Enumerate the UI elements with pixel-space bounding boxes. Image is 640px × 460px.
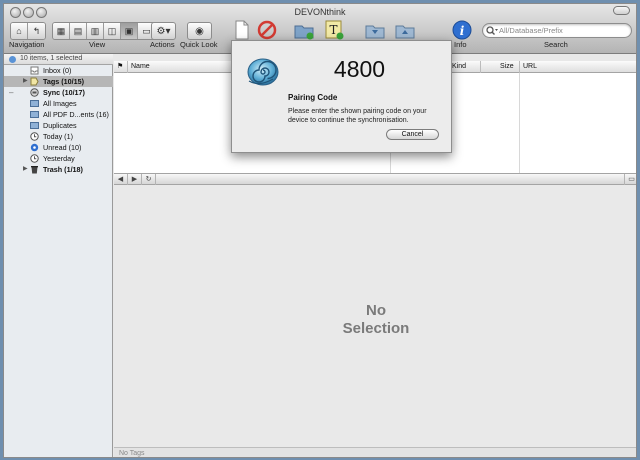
sidebar-item-unread[interactable]: Unread (10) [4, 142, 113, 153]
sidebar: Inbox (0) ▶ Tags (10/15) – Sync (10/17) … [4, 65, 113, 457]
preview-pane: No Selection [114, 185, 636, 447]
stop-icon[interactable] [256, 19, 278, 41]
trash-icon [31, 166, 38, 174]
disclosure-triangle-icon[interactable]: ▶ [23, 76, 28, 87]
pairing-code-value: 4800 [333, 56, 386, 82]
gear-icon: ⚙▾ [156, 25, 171, 37]
clock-icon [30, 154, 39, 163]
duplicates-icon [30, 122, 39, 129]
inbox-folder-icon[interactable] [364, 19, 386, 41]
quicklook-label: Quick Look [180, 40, 218, 49]
toolbar-toggle-button[interactable] [613, 6, 630, 15]
view-columns-icon[interactable]: ▥ [87, 23, 104, 39]
sidebar-item-trash[interactable]: ▶ Trash (1/18) [4, 164, 113, 175]
reload-icon[interactable]: ↻ [142, 174, 156, 185]
view-list-icon[interactable]: ▤ [70, 23, 87, 39]
info-icon[interactable]: i [451, 19, 473, 41]
search-input[interactable]: All/Database/Prefix [482, 23, 632, 38]
cancel-button[interactable]: Cancel [386, 129, 439, 140]
export-folder-icon[interactable] [394, 19, 416, 41]
quicklook-button[interactable]: ◉ [187, 22, 212, 40]
sync-icon [30, 88, 39, 97]
sidebar-item-today[interactable]: Today (1) [4, 131, 113, 142]
flag-column-header[interactable]: ⚑ [114, 61, 127, 73]
sidebar-item-sync[interactable]: – Sync (10/17) [4, 87, 113, 98]
dialog-message: Please enter the shown pairing code on y… [288, 108, 427, 124]
images-icon [30, 100, 39, 107]
disclosure-triangle-icon[interactable]: ▶ [23, 164, 28, 175]
view-icons-icon[interactable]: ▦ [53, 23, 70, 39]
url-column-header[interactable]: URL [519, 61, 636, 73]
actions-button[interactable]: ⚙▾ [151, 22, 176, 40]
item-count-status: 10 items, 1 selected [4, 54, 113, 65]
sync-status-icon [9, 56, 16, 63]
collapse-icon[interactable]: – [9, 87, 13, 98]
next-icon[interactable]: ▶ [128, 174, 142, 185]
navigation-control: ⌂ ↰ [10, 22, 46, 40]
view-vertical-split-icon[interactable]: ▣ [121, 23, 138, 39]
view-control: ▦ ▤ ▥ ◫ ▣ ▭ [52, 22, 156, 40]
sidebar-item-yesterday[interactable]: Yesterday [4, 153, 113, 164]
size-column-header[interactable]: Size [480, 61, 519, 73]
column-divider [519, 73, 520, 173]
navigation-label: Navigation [9, 40, 45, 49]
new-document-icon[interactable] [231, 19, 253, 41]
dialog-title: Pairing Code [288, 93, 338, 102]
pairing-code-dialog: 4800 Pairing Code Please enter the shown… [231, 40, 452, 153]
previous-icon[interactable]: ◀ [114, 174, 128, 185]
actions-label: Actions [150, 40, 175, 49]
view-split-icon[interactable]: ◫ [104, 23, 121, 39]
eye-icon: ◉ [195, 25, 204, 37]
document-nav-bar: ◀ ▶ ↻ ▭ [114, 173, 636, 185]
tag-icon [30, 77, 39, 86]
window-title: DEVONthink [294, 7, 346, 17]
sidebar-item-duplicates[interactable]: Duplicates [4, 120, 113, 131]
info-label: Info [454, 40, 467, 49]
search-label: Search [544, 40, 568, 49]
unread-icon [30, 143, 39, 152]
home-icon[interactable]: ⌂ [11, 23, 28, 39]
pdf-icon [30, 111, 39, 118]
new-group-icon[interactable] [293, 19, 315, 41]
inbox-icon [30, 66, 39, 75]
tags-bar[interactable]: No Tags [114, 447, 636, 457]
sidebar-item-all-pdf[interactable]: All PDF D...ents (16) [4, 109, 113, 120]
svg-text:T: T [329, 23, 337, 37]
search-icon [486, 26, 498, 35]
clock-icon [30, 132, 39, 141]
split-toggle-icon[interactable]: ▭ [624, 174, 636, 185]
sidebar-item-tags[interactable]: ▶ Tags (10/15) [4, 76, 113, 87]
svg-text:i: i [460, 24, 465, 38]
back-icon[interactable]: ↰ [28, 23, 45, 39]
new-text-icon[interactable]: T [323, 19, 345, 41]
no-selection-text: No Selection [342, 302, 410, 337]
sidebar-item-all-images[interactable]: All Images [4, 98, 113, 109]
item-count-text: 10 items, 1 selected [20, 55, 83, 62]
sidebar-item-inbox[interactable]: Inbox (0) [4, 65, 113, 76]
view-label: View [89, 40, 106, 49]
search-placeholder: All/Database/Prefix [499, 26, 563, 35]
